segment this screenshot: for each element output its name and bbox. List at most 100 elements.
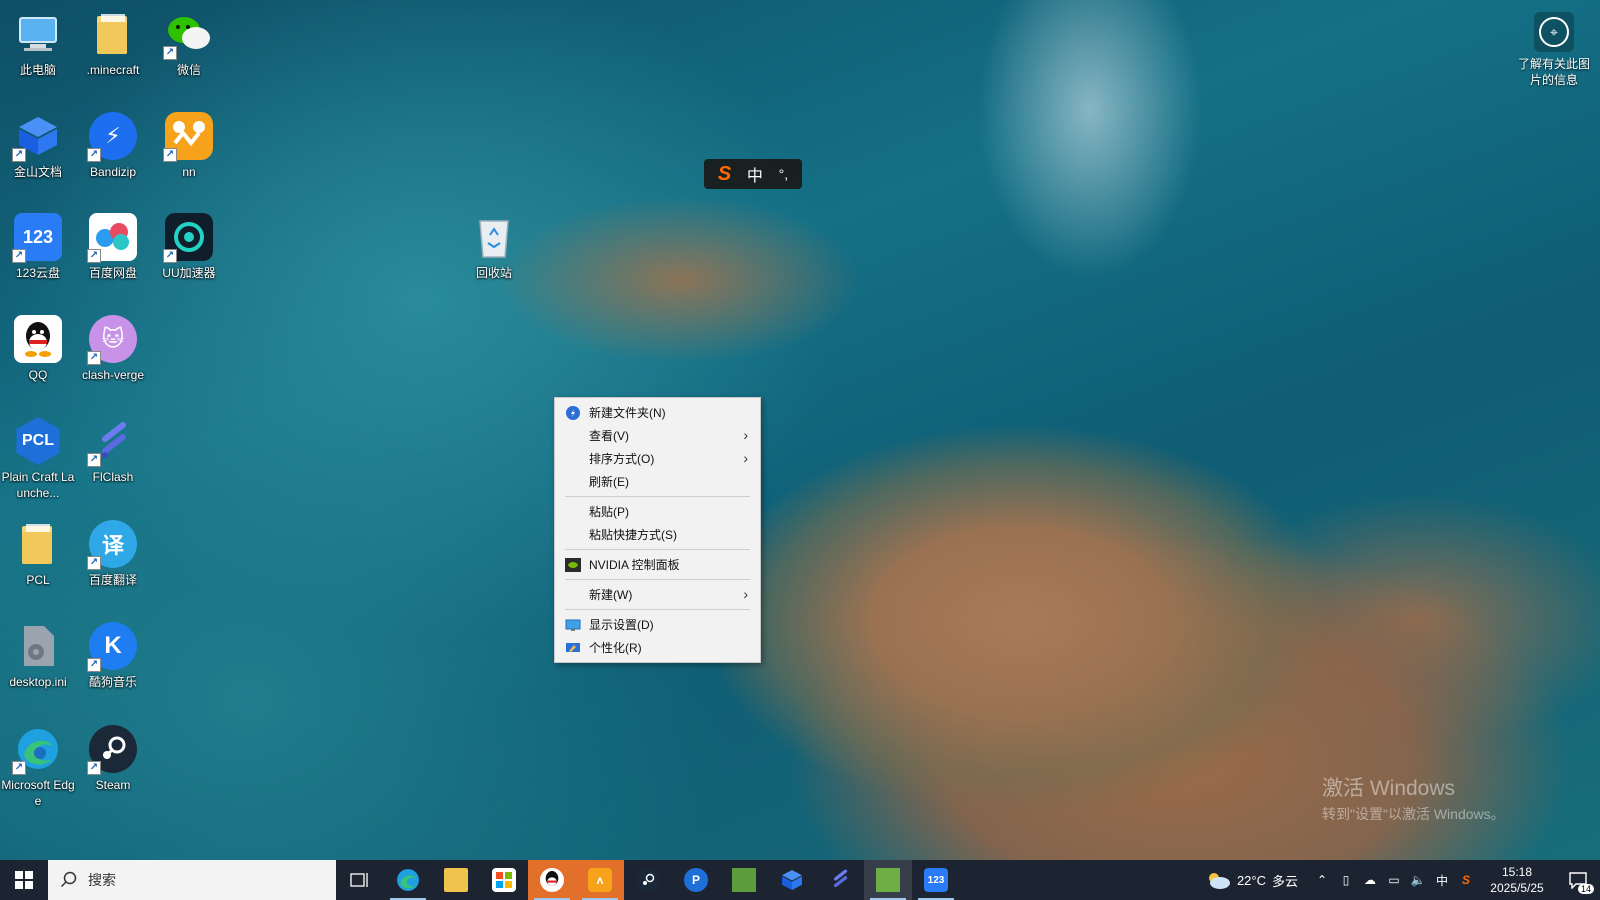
desktop-icon-label: 微信 <box>176 63 201 77</box>
clock-date: 2025/5/25 <box>1490 881 1544 895</box>
search-placeholder: 搜索 <box>88 872 116 888</box>
nvidia-icon <box>565 557 581 573</box>
cloudy-weather-icon <box>1208 873 1230 889</box>
tray-device-icon[interactable]: ▯ <box>1334 860 1358 900</box>
desktop-icon-steam[interactable]: ↗ Steam <box>76 725 150 793</box>
menu-item-refresh[interactable]: 刷新(E) <box>555 470 760 493</box>
desktop-icon-label: desktop.ini <box>9 675 67 689</box>
baidu-translate-icon: 译 ↗ <box>87 520 137 570</box>
task-view-button[interactable] <box>336 860 384 900</box>
menu-item-nvidia-control-panel[interactable]: NVIDIA 控制面板 <box>555 553 760 576</box>
taskbar: 搜索 ʌ P 123 22°C 多云 ⌃ ▯ ☁ ▭ 🔈 中 S 15:18 2… <box>0 860 1600 900</box>
menu-item-display-settings[interactable]: 显示设置(D) <box>555 613 760 636</box>
ime-mode-toggle[interactable]: 中 <box>747 162 763 186</box>
system-tray: 22°C 多云 ⌃ ▯ ☁ ▭ 🔈 中 S 15:18 2025/5/25 14 <box>1205 860 1600 900</box>
menu-item-view[interactable]: 查看(V) › <box>555 424 760 447</box>
weather-temp: 22°C <box>1236 872 1266 888</box>
menu-item-new[interactable]: 新建(W) › <box>555 583 760 606</box>
desktop-icon-kdocs[interactable]: ↗ 金山文档 <box>1 112 75 180</box>
new-folder-icon <box>565 405 581 421</box>
kdocs-icon <box>780 868 804 892</box>
watermark-subtitle: 转到"设置"以激活 Windows。 <box>1322 806 1505 822</box>
desktop-icon-123pan[interactable]: 123 ↗ 123云盘 <box>1 213 75 281</box>
pcl-icon: P <box>684 868 708 892</box>
desktop-icon-wechat[interactable]: ↗ 微信 <box>152 10 226 78</box>
desktop-icon-clash-verge[interactable]: 🐱 ↗ clash-verge <box>76 315 150 383</box>
menu-separator <box>565 496 750 497</box>
menu-item-personalize[interactable]: 个性化(R) <box>555 636 760 659</box>
menu-item-label: 粘贴快捷方式(S) <box>589 528 677 542</box>
tray-ime-indicator[interactable]: 中 <box>1430 860 1454 900</box>
desktop-icon-edge[interactable]: ↗ Microsoft Edge <box>1 725 75 809</box>
taskbar-app-nn[interactable]: ʌ <box>576 860 624 900</box>
taskbar-app-qq[interactable] <box>528 860 576 900</box>
show-hidden-icons-button[interactable]: ⌃ <box>1310 860 1334 900</box>
desktop-icon-baidu-translate[interactable]: 译 ↗ 百度翻译 <box>76 520 150 588</box>
ime-punctuation-toggle[interactable]: °, <box>779 166 789 182</box>
menu-item-label: 显示设置(D) <box>589 618 654 632</box>
notification-center-button[interactable]: 14 <box>1556 860 1600 900</box>
kugou-icon: K ↗ <box>87 622 137 672</box>
ime-toolbar[interactable]: S 中 °, <box>704 159 802 189</box>
menu-separator <box>565 579 750 580</box>
menu-item-paste[interactable]: 粘贴(P) <box>555 500 760 523</box>
taskbar-app-minecraft-launcher[interactable] <box>864 860 912 900</box>
desktop-icon-recycle-bin[interactable]: 回收站 <box>457 213 531 281</box>
sogou-logo-icon[interactable]: S <box>718 163 731 186</box>
desktop-icon-label: nn <box>182 165 196 179</box>
desktop-icon-label: FlClash <box>92 470 134 484</box>
taskbar-app-steam[interactable] <box>624 860 672 900</box>
tray-volume-icon[interactable]: 🔈 <box>1406 860 1430 900</box>
desktop-icon-nn[interactable]: ↗ nn <box>152 112 226 180</box>
menu-item-label: NVIDIA 控制面板 <box>589 558 680 572</box>
taskbar-search[interactable]: 搜索 <box>48 860 336 900</box>
weather-widget[interactable]: 22°C 多云 <box>1205 870 1298 890</box>
taskbar-app-store[interactable] <box>480 860 528 900</box>
task-view-icon <box>350 873 368 887</box>
menu-item-sort-by[interactable]: 排序方式(O) › <box>555 447 760 470</box>
windows-logo-icon <box>15 871 33 889</box>
display-icon <box>565 617 581 633</box>
desktop-icon-label: QQ <box>28 368 48 382</box>
file-explorer-icon <box>444 868 468 892</box>
menu-item-label: 个性化(R) <box>589 641 642 655</box>
tray-network-icon[interactable]: ▭ <box>1382 860 1406 900</box>
desktop-icon-pcl-folder[interactable]: PCL <box>1 520 75 588</box>
taskbar-app-minecraft[interactable] <box>720 860 768 900</box>
computer-icon <box>14 10 62 58</box>
desktop-icon-desktop-ini[interactable]: desktop.ini <box>1 622 75 690</box>
tray-sogou-icon[interactable]: S <box>1454 860 1478 900</box>
desktop-icon-label: Plain Craft Launche... <box>1 470 75 500</box>
desktop-icon-minecraft[interactable]: .minecraft <box>76 10 150 78</box>
desktop-icon-pcl-launcher[interactable]: PCL Plain Craft Launche... <box>1 417 75 501</box>
pcl-icon: PCL <box>16 417 60 465</box>
baidu-netdisk-icon: ↗ <box>87 213 137 263</box>
desktop-icon-label: Steam <box>95 778 131 792</box>
taskbar-app-kdocs[interactable] <box>768 860 816 900</box>
desktop-icon-uu[interactable]: ↗ UU加速器 <box>152 213 226 281</box>
tray-onedrive-icon[interactable]: ☁ <box>1358 860 1382 900</box>
desktop-icon-this-pc[interactable]: 此电脑 <box>1 10 75 78</box>
desktop-icon-baidu-netdisk[interactable]: ↗ 百度网盘 <box>76 213 150 281</box>
menu-item-paste-shortcut[interactable]: 粘贴快捷方式(S) <box>555 523 760 546</box>
desktop-icon-label: 回收站 <box>475 266 512 280</box>
store-icon <box>492 868 516 892</box>
minecraft-grass-icon <box>876 868 900 892</box>
desktop-icon-bandizip[interactable]: ⚡ ↗ Bandizip <box>76 112 150 180</box>
menu-item-new-folder[interactable]: 新建文件夹(N) <box>555 401 760 424</box>
start-button[interactable] <box>0 860 48 900</box>
taskbar-app-flclash[interactable] <box>816 860 864 900</box>
taskbar-clock[interactable]: 15:18 2025/5/25 <box>1478 864 1556 896</box>
uu-accelerator-icon: ↗ <box>163 213 213 263</box>
desktop-icon-label: 酷狗音乐 <box>88 675 137 689</box>
image-info-button[interactable]: ⌖ 了解有关此图片的信息 <box>1514 12 1594 88</box>
desktop-icon-kugou[interactable]: K ↗ 酷狗音乐 <box>76 622 150 690</box>
taskbar-app-pcl[interactable]: P <box>672 860 720 900</box>
taskbar-app-123pan[interactable]: 123 <box>912 860 960 900</box>
taskbar-app-edge[interactable] <box>384 860 432 900</box>
taskbar-app-file-explorer[interactable] <box>432 860 480 900</box>
desktop-icon-flclash[interactable]: ↗ FlClash <box>76 417 150 485</box>
desktop-context-menu: 新建文件夹(N) 查看(V) › 排序方式(O) › 刷新(E) 粘贴(P) 粘… <box>554 397 761 663</box>
desktop-icon-qq[interactable]: QQ <box>1 315 75 383</box>
folder-icon <box>14 520 62 568</box>
